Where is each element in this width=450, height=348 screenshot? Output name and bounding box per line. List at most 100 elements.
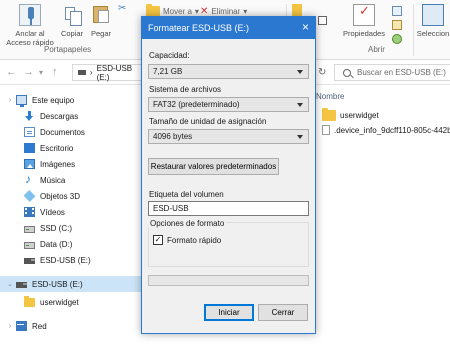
nav-item-label: Objetos 3D bbox=[40, 191, 81, 201]
chevron-down-icon bbox=[297, 135, 303, 139]
format-dialog: Formatear ESD-USB (E:) × Capacidad: 7,21… bbox=[141, 16, 316, 334]
volume-label-label: Etiqueta del volumen bbox=[149, 190, 224, 199]
properties-icon: ✓ bbox=[353, 4, 375, 26]
allocation-value: 4096 bytes bbox=[153, 132, 193, 141]
nav-item-pictures[interactable]: Imágenes bbox=[0, 156, 142, 172]
chevron-down-icon bbox=[297, 103, 303, 107]
volume-label-value: ESD-USB bbox=[153, 204, 189, 213]
videos-icon bbox=[24, 207, 35, 217]
nav-item-music[interactable]: Música bbox=[0, 172, 142, 188]
nav-item-label: Vídeos bbox=[40, 207, 65, 217]
capacity-value: 7,21 GB bbox=[153, 67, 183, 76]
3d-objects-icon bbox=[23, 190, 36, 202]
pin-quick-access-button[interactable]: Anclar al Acceso rápido bbox=[4, 4, 56, 47]
desktop-icon bbox=[24, 143, 35, 153]
group-clipboard-label: Portapapeles bbox=[44, 45, 92, 54]
edit-icon[interactable] bbox=[392, 20, 402, 30]
forward-arrow-icon[interactable]: → bbox=[23, 66, 34, 78]
search-input[interactable]: Buscar en ESD-USB (E:) bbox=[334, 64, 450, 81]
ribbon-separator bbox=[413, 4, 414, 56]
format-options-label: Opciones de formato bbox=[148, 219, 227, 228]
close-icon[interactable]: × bbox=[302, 20, 309, 34]
usb-drive-icon bbox=[24, 258, 35, 264]
paste-label: Pegar bbox=[90, 29, 111, 38]
nav-item-label: ESD-USB (E:) bbox=[40, 255, 91, 265]
address-box[interactable]: › ESD-USB (E:) bbox=[72, 63, 142, 82]
up-arrow-icon[interactable]: ↑ bbox=[52, 66, 58, 78]
nav-item-downloads[interactable]: Descargas bbox=[0, 108, 142, 124]
copy-button[interactable]: Copiar bbox=[58, 4, 86, 38]
nav-item-data-d[interactable]: Data (D:) bbox=[0, 236, 142, 252]
list-item[interactable]: .device_info_9dcff110-805c-442b bbox=[322, 125, 450, 135]
properties-label: Propiedades bbox=[342, 29, 386, 38]
quick-format-checkbox[interactable]: ✓ bbox=[153, 235, 163, 245]
selection-button[interactable]: Seleccion bbox=[416, 4, 450, 38]
recent-chevron-icon[interactable]: ▾ bbox=[39, 68, 43, 77]
nav-item-esd-usb-selected[interactable]: ⌄ ESD-USB (E:) bbox=[0, 276, 142, 292]
capacity-select[interactable]: 7,21 GB bbox=[148, 64, 309, 79]
chevron-down-icon bbox=[297, 70, 303, 74]
network-icon bbox=[16, 321, 27, 331]
volume-label-input[interactable]: ESD-USB bbox=[148, 201, 309, 216]
start-button[interactable]: Iniciar bbox=[204, 304, 254, 321]
pictures-icon bbox=[24, 159, 35, 169]
nav-item-network[interactable]: › Red bbox=[0, 318, 142, 334]
this-pc-icon bbox=[16, 95, 27, 107]
breadcrumb-separator-icon: › bbox=[89, 68, 93, 77]
pin-label-line1: Anclar al bbox=[15, 29, 45, 38]
chevron-down-icon[interactable]: › bbox=[6, 97, 14, 104]
chevron-down-icon[interactable]: ⌄ bbox=[6, 280, 14, 288]
close-button[interactable]: Cerrar bbox=[258, 304, 308, 321]
nav-item-label: Descargas bbox=[40, 111, 79, 121]
address-path: ESD-USB (E:) bbox=[96, 63, 133, 82]
quick-format-label: Formato rápido bbox=[167, 236, 222, 245]
nav-item-label: SSD (C:) bbox=[40, 223, 72, 233]
selection-label: Seleccion bbox=[416, 29, 450, 38]
back-arrow-icon[interactable]: ← bbox=[6, 66, 17, 78]
paste-button[interactable]: Pegar bbox=[88, 4, 114, 38]
allocation-select[interactable]: 4096 bytes bbox=[148, 129, 309, 144]
restore-defaults-button[interactable]: Restaurar valores predeterminados bbox=[148, 158, 279, 175]
folder-icon bbox=[322, 108, 336, 121]
nav-item-label: Música bbox=[40, 175, 66, 185]
file-icon bbox=[322, 125, 330, 135]
nav-item-userwidget[interactable]: userwidget bbox=[0, 294, 142, 310]
chevron-right-icon[interactable]: › bbox=[6, 323, 14, 330]
file-name: userwidget bbox=[340, 111, 379, 120]
properties-button[interactable]: ✓ Propiedades bbox=[340, 4, 388, 38]
nav-item-videos[interactable]: Vídeos bbox=[0, 204, 142, 220]
nav-item-label: Escritorio bbox=[40, 143, 74, 153]
nav-item-3d-objects[interactable]: Objetos 3D bbox=[0, 188, 142, 204]
search-icon bbox=[343, 68, 351, 77]
nav-item-ssd-c[interactable]: SSD (C:) bbox=[0, 220, 142, 236]
downloads-icon bbox=[24, 111, 35, 121]
refresh-icon[interactable]: ↻ bbox=[318, 67, 326, 78]
nav-item-label: Data (D:) bbox=[40, 239, 73, 249]
copy-icon bbox=[61, 4, 83, 26]
pin-icon bbox=[19, 4, 41, 26]
checkbox-icon[interactable] bbox=[318, 16, 327, 25]
cut-icon[interactable]: ✂ bbox=[118, 3, 126, 14]
music-icon bbox=[24, 172, 35, 186]
allocation-label: Tamaño de unidad de asignación bbox=[149, 117, 267, 126]
open-icon[interactable] bbox=[392, 6, 402, 16]
move-to-label: Mover a bbox=[163, 7, 192, 16]
nav-item-label: Documentos bbox=[40, 127, 85, 137]
navigation-pane: › Este equipo Descargas Documentos Escri… bbox=[0, 86, 142, 348]
nav-item-label: ESD-USB (E:) bbox=[32, 279, 83, 289]
nav-item-label: Red bbox=[32, 321, 47, 331]
column-header-name[interactable]: Nombre bbox=[316, 92, 344, 101]
list-item[interactable]: userwidget bbox=[322, 108, 379, 121]
search-placeholder: Buscar en ESD-USB (E:) bbox=[357, 68, 446, 77]
nav-item-esd-usb[interactable]: ESD-USB (E:) bbox=[0, 252, 142, 268]
filesystem-select[interactable]: FAT32 (predeterminado) bbox=[148, 97, 309, 112]
history-icon[interactable] bbox=[392, 34, 402, 44]
drive-icon bbox=[24, 225, 35, 233]
drive-icon bbox=[24, 241, 35, 249]
nav-item-this-pc[interactable]: › Este equipo bbox=[0, 92, 142, 108]
nav-item-documents[interactable]: Documentos bbox=[0, 124, 142, 140]
dialog-title-bar[interactable]: Formatear ESD-USB (E:) × bbox=[142, 17, 315, 39]
usb-drive-icon bbox=[78, 70, 86, 75]
dialog-title: Formatear ESD-USB (E:) bbox=[148, 23, 250, 33]
nav-item-desktop[interactable]: Escritorio bbox=[0, 140, 142, 156]
